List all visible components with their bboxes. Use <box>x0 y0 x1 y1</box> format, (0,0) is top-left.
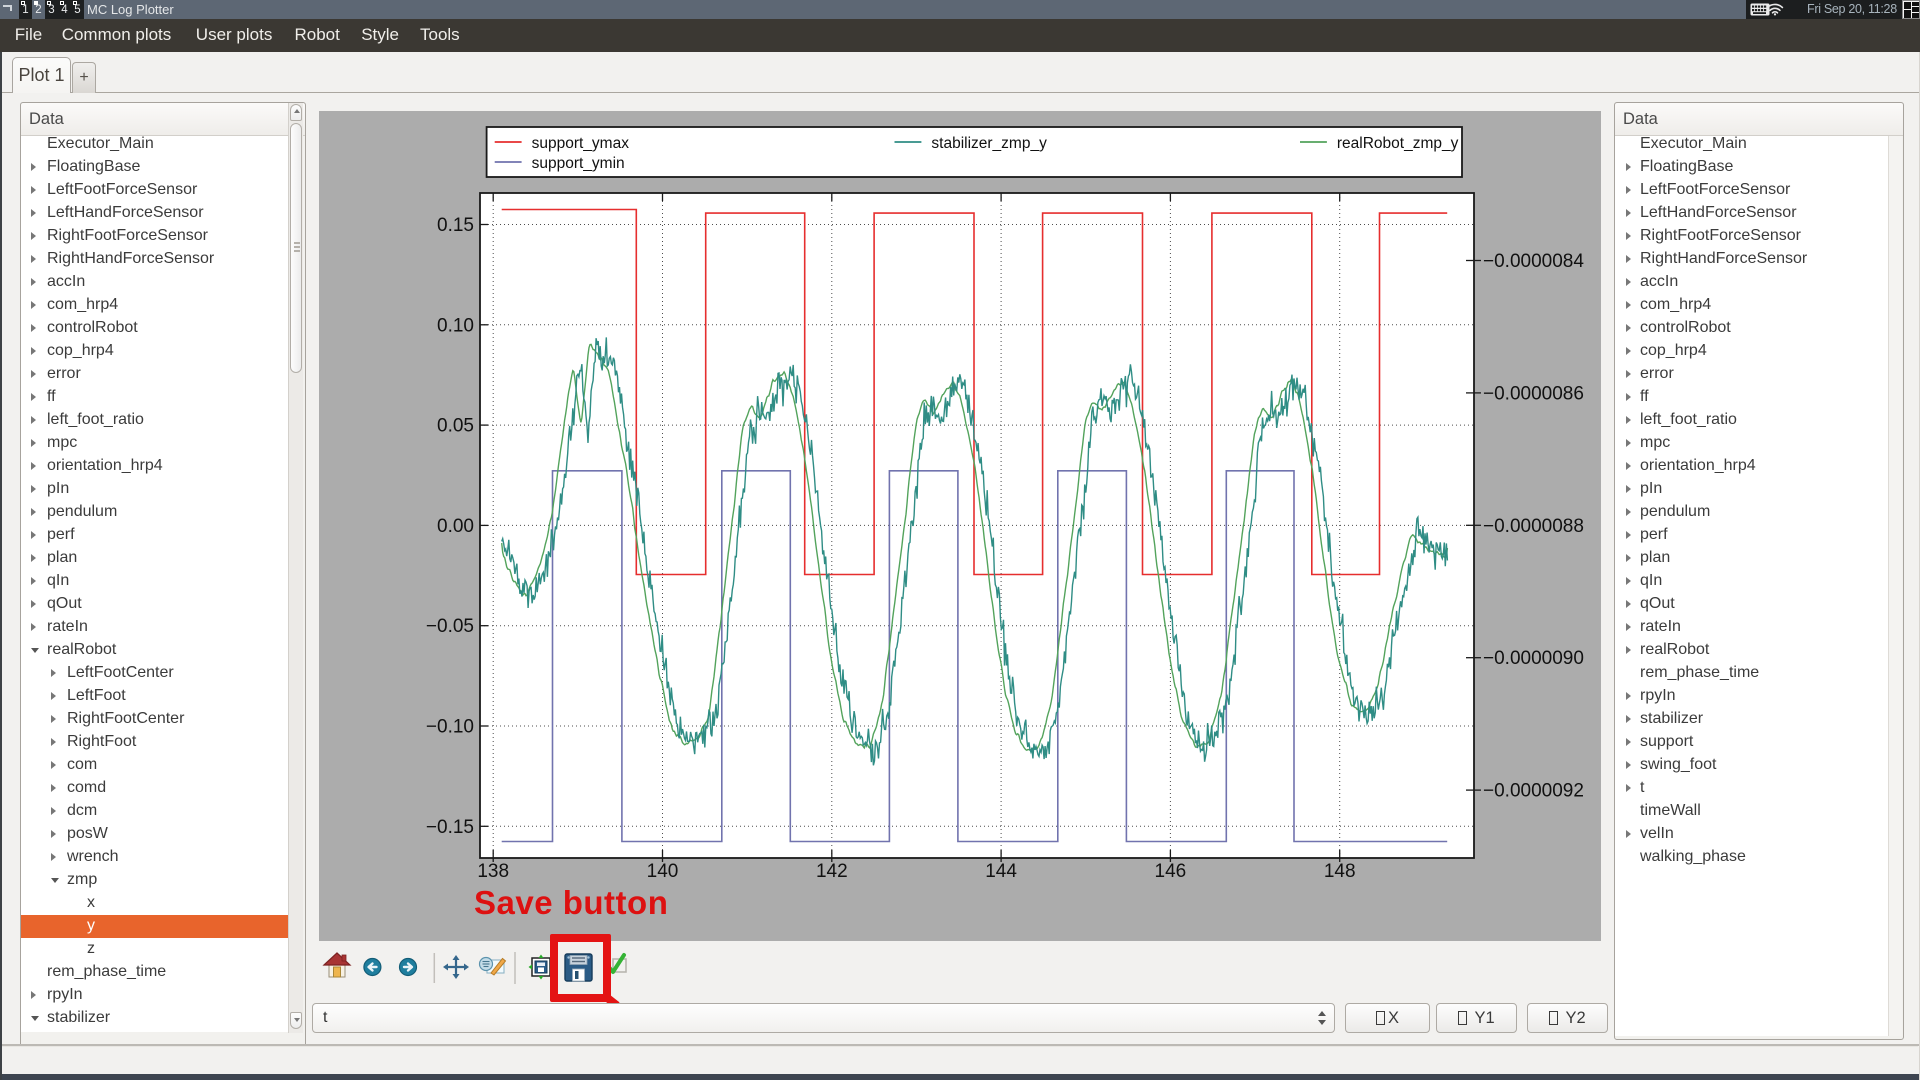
svg-text:−0.05: −0.05 <box>426 616 474 637</box>
svg-text:138: 138 <box>477 861 509 882</box>
svg-text:−0.0000090: −0.0000090 <box>1483 648 1584 669</box>
svg-text:−0.0000088: −0.0000088 <box>1483 516 1584 537</box>
svg-text:realRobot_zmp_y: realRobot_zmp_y <box>1337 135 1459 152</box>
svg-text:0.05: 0.05 <box>437 416 474 437</box>
svg-text:0.15: 0.15 <box>437 215 474 236</box>
svg-text:stabilizer_zmp_y: stabilizer_zmp_y <box>931 135 1047 152</box>
svg-text:−0.15: −0.15 <box>426 817 474 838</box>
svg-text:146: 146 <box>1155 861 1187 882</box>
svg-text:144: 144 <box>985 861 1017 882</box>
svg-text:148: 148 <box>1324 861 1356 882</box>
svg-text:−0.0000086: −0.0000086 <box>1483 383 1584 404</box>
svg-text:support_ymin: support_ymin <box>532 155 625 172</box>
svg-text:−0.10: −0.10 <box>426 717 474 738</box>
svg-text:−0.0000084: −0.0000084 <box>1483 251 1584 272</box>
svg-text:140: 140 <box>647 861 679 882</box>
svg-text:142: 142 <box>816 861 848 882</box>
svg-text:0.10: 0.10 <box>437 315 474 336</box>
svg-text:support_ymax: support_ymax <box>532 135 630 152</box>
svg-text:0.00: 0.00 <box>437 516 474 537</box>
svg-text:−0.0000092: −0.0000092 <box>1483 781 1584 802</box>
